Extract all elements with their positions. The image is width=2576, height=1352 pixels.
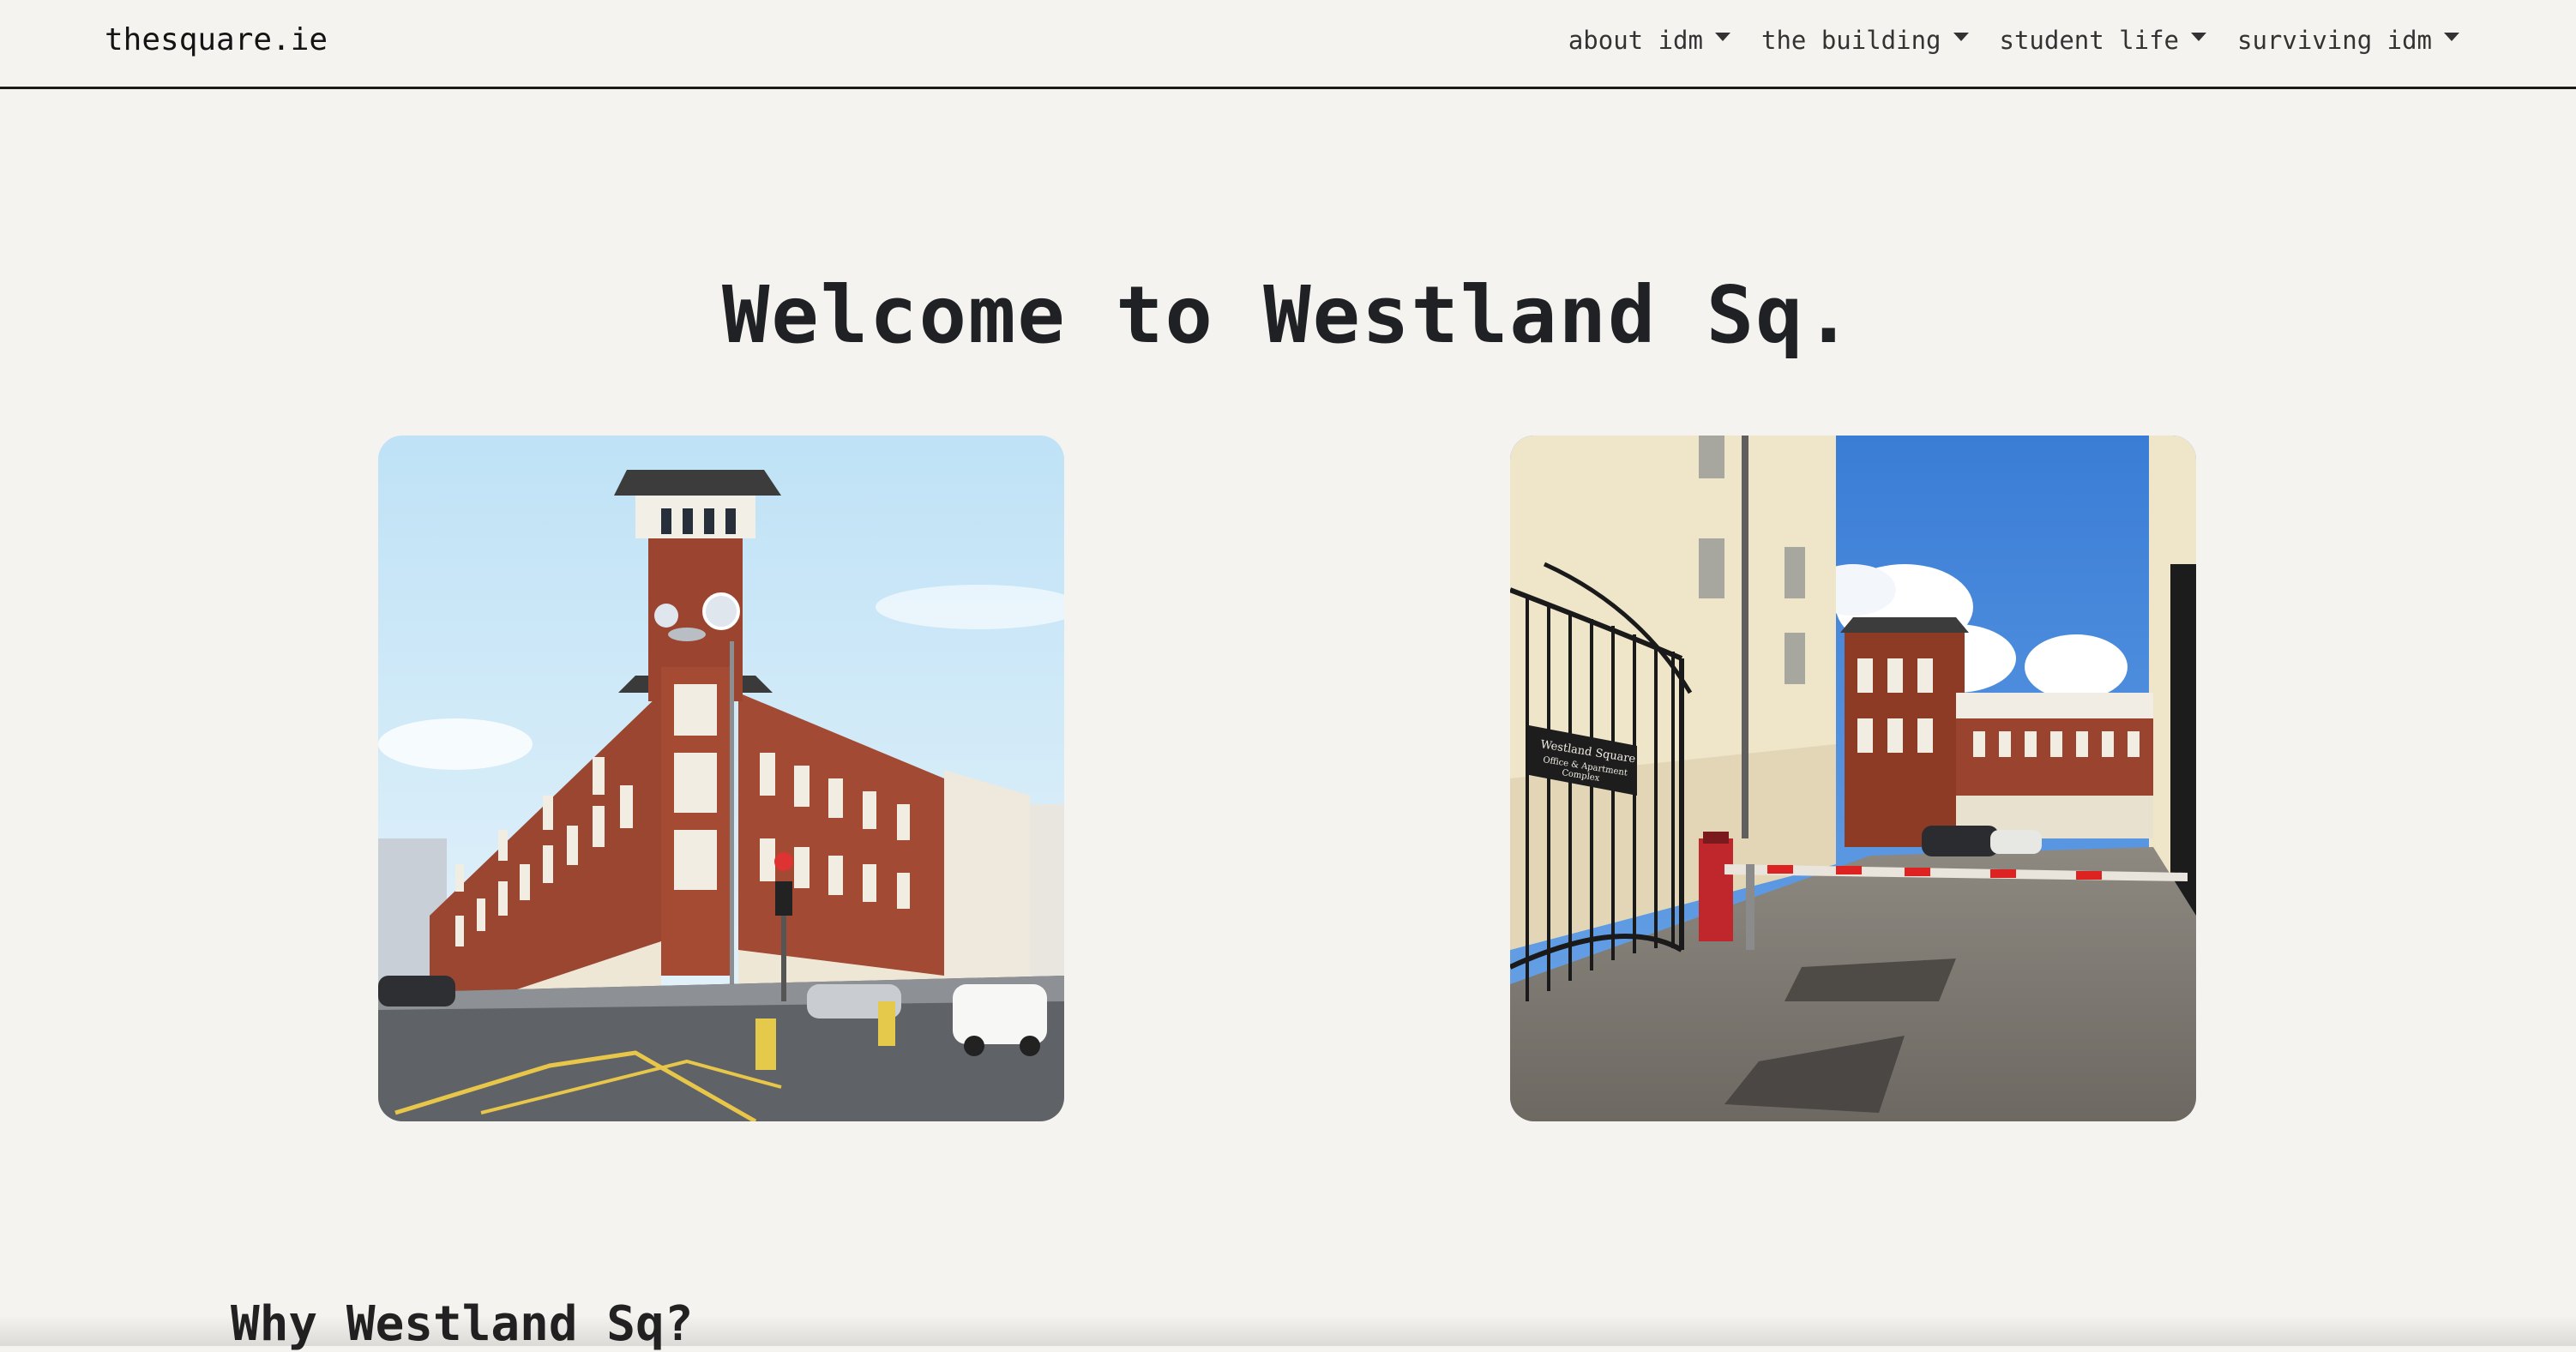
nav-item-label: the building — [1761, 26, 1941, 55]
building-photo-clock-tower — [378, 436, 1064, 1121]
nav-menu: about idm the building student life surv… — [1568, 26, 2459, 55]
page-title: Welcome to Westland Sq. — [0, 269, 2576, 361]
nav-item-the-building[interactable]: the building — [1761, 26, 1969, 55]
nav-item-student-life[interactable]: student life — [2000, 26, 2207, 55]
bottom-shadow — [0, 1315, 2576, 1346]
caret-down-icon — [1953, 33, 1969, 41]
nav-item-label: about idm — [1568, 26, 1703, 55]
nav-item-about-idm[interactable]: about idm — [1568, 26, 1730, 55]
brand-link[interactable]: thesquare.ie — [105, 22, 328, 57]
nav-item-label: surviving idm — [2237, 26, 2432, 55]
nav-item-surviving-idm[interactable]: surviving idm — [2237, 26, 2459, 55]
courtyard-gate-photo: Westland Square Office & Apartment Compl… — [1510, 436, 2196, 1121]
caret-down-icon — [2444, 33, 2459, 41]
caret-down-icon — [1715, 33, 1730, 41]
navbar: thesquare.ie about idm the building stud… — [0, 0, 2576, 89]
caret-down-icon — [2191, 33, 2206, 41]
nav-item-label: student life — [2000, 26, 2180, 55]
